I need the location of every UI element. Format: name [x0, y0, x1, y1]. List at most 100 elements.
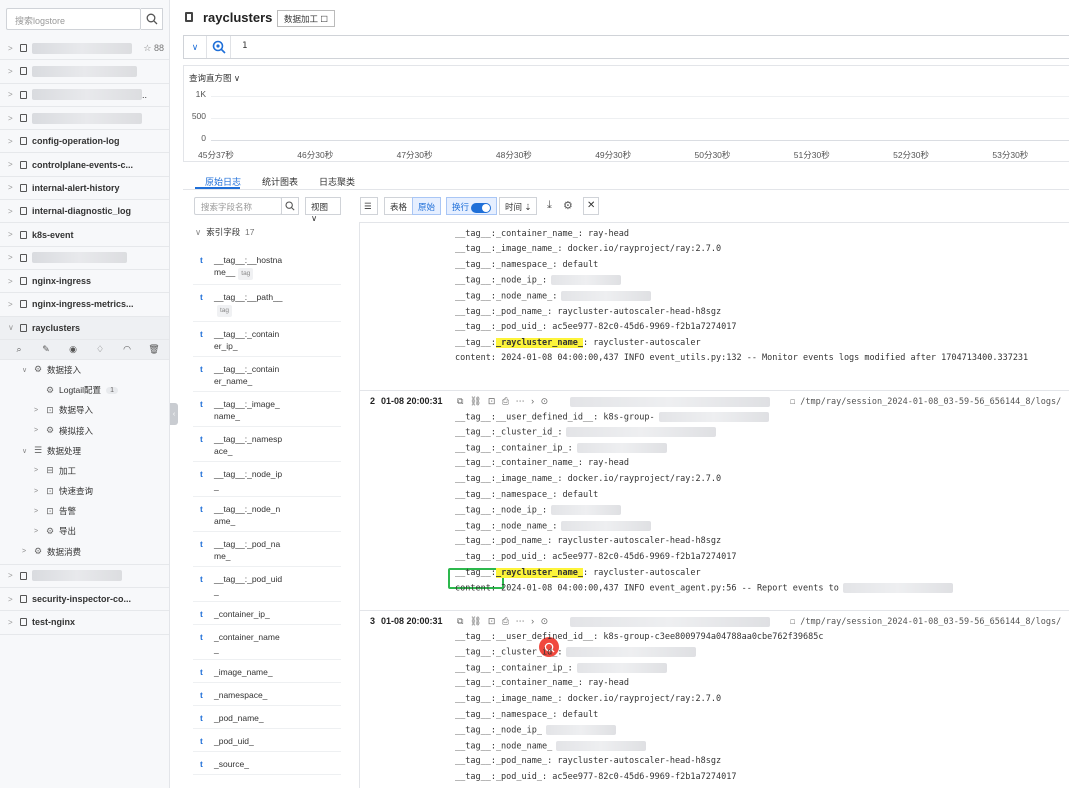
chevron-right-icon[interactable]: > [34, 528, 44, 535]
table-view-button[interactable]: 表格 [384, 197, 414, 215]
chevron-right-icon[interactable]: > [34, 488, 44, 495]
chevron-right-icon[interactable]: > [8, 253, 20, 262]
chevron-right-icon[interactable]: > [34, 427, 44, 434]
chevron-down-icon[interactable]: ∨ [22, 447, 32, 455]
query-mode-button[interactable] [207, 36, 231, 58]
logstore-item[interactable]: ∨ rayclusters [0, 316, 169, 340]
chevron-right-icon[interactable]: > [34, 467, 44, 474]
field-item[interactable]: t _pod_name_ [193, 706, 341, 729]
field-item[interactable]: t __tag__:__hostna me__ tag [193, 248, 341, 285]
chevron-right-icon[interactable]: > [8, 67, 20, 76]
chevron-down-icon[interactable]: ∨ [22, 366, 32, 374]
sidebar-collapse-handle[interactable]: ‹ [170, 403, 178, 425]
field-search-input[interactable]: 搜索字段名称 [194, 197, 282, 215]
field-item[interactable]: t __tag__:_image_ name_ [193, 392, 341, 427]
chevron-right-icon[interactable]: > [8, 571, 20, 580]
view-select[interactable]: 视图 ∨ [305, 197, 341, 223]
logstore-item[interactable]: >.. [0, 84, 169, 107]
logstore-item[interactable]: > [0, 107, 169, 131]
delete-icon[interactable]: 🗑 [147, 344, 161, 355]
chevron-right-icon[interactable]: > [8, 207, 20, 216]
logstore-item[interactable]: > nginx-ingress-metrics... [0, 293, 169, 317]
field-item[interactable]: t _container_ip_ [193, 602, 341, 625]
histogram-title[interactable]: 查询直方图 ∨ [189, 72, 240, 84]
tree-item[interactable]: ⚙ Logtail配置 1 [0, 380, 169, 400]
favorite-and-grid-icons[interactable]: ☆ 88 [143, 43, 164, 54]
log-action-icons[interactable]: ⧉ ⛓ ⊡ ⎙ ⋯ › ⊙ [457, 616, 550, 627]
query-history-dropdown[interactable]: ∨ [184, 36, 207, 58]
tab-2[interactable]: 日志聚类 [319, 175, 355, 188]
field-item[interactable]: t _container_name _ [193, 625, 341, 660]
time-sort-button[interactable]: 时间 ⇣ [499, 197, 538, 215]
field-item[interactable]: t __tag__:_pod_uid _ [193, 567, 341, 602]
field-item[interactable]: t _image_name_ [193, 660, 341, 683]
chevron-down-icon[interactable]: ∨ [8, 323, 20, 332]
field-item[interactable]: t _pod_uid_ [193, 729, 341, 752]
logstore-search-button[interactable] [141, 8, 163, 30]
field-item[interactable]: t __tag__:_node_ip _ [193, 462, 341, 497]
logstore-item[interactable]: > nginx-ingress [0, 270, 169, 294]
tree-item[interactable]: > ⚙ 模拟接入 [0, 420, 169, 440]
field-search-button[interactable] [281, 197, 299, 215]
search-icon[interactable]: ⌕ [12, 344, 26, 355]
tree-item[interactable]: > ⚙ 数据消费 [0, 542, 169, 562]
logstore-item[interactable]: > [0, 60, 169, 84]
tree-item[interactable]: > ⊡ 快速查询 [0, 481, 169, 501]
chevron-right-icon[interactable]: > [8, 90, 20, 99]
logstore-item[interactable]: > security-inspector-co... [0, 588, 169, 612]
chevron-right-icon[interactable]: > [22, 548, 32, 555]
chevron-right-icon[interactable]: > [8, 114, 20, 123]
field-item[interactable]: t __tag__:_contain er_ip_ [193, 322, 341, 357]
settings-icon[interactable]: ⚙ [563, 199, 573, 212]
chevron-right-icon[interactable]: > [8, 618, 20, 627]
logstore-item[interactable]: > [0, 565, 169, 589]
logstore-item[interactable]: > [0, 247, 169, 270]
tree-item[interactable]: > ⊟ 加工 [0, 461, 169, 481]
query-input[interactable]: 1 [242, 41, 247, 51]
tab-0[interactable]: 原始日志 [205, 175, 241, 188]
dashboard-icon[interactable]: ◠ [120, 344, 134, 355]
tree-item[interactable]: ∨ ⚙ 数据接入 [0, 360, 169, 380]
chevron-right-icon[interactable]: > [8, 160, 20, 169]
collapse-fields-button[interactable]: ☰ [360, 197, 378, 215]
alert-icon[interactable]: ♢ [93, 344, 107, 355]
index-fields-header[interactable]: ∨ 索引字段 17 [195, 226, 254, 238]
chevron-right-icon[interactable]: > [8, 277, 20, 286]
logstore-item[interactable]: > controlplane-events-c... [0, 153, 169, 177]
tree-item[interactable]: > ⊡ 告警 [0, 501, 169, 521]
data-process-button[interactable]: 数据加工 ☐ [277, 10, 335, 27]
chevron-right-icon[interactable]: > [34, 508, 44, 515]
logstore-item[interactable]: > k8s-event [0, 223, 169, 247]
download-icon[interactable]: ⤓ [547, 199, 552, 212]
eye-icon[interactable]: ◉ [66, 344, 80, 355]
field-item[interactable]: t __tag__:_node_n ame_ [193, 497, 341, 532]
log-action-icons[interactable]: ⧉ ⛓ ⊡ ⎙ ⋯ › ⊙ [457, 396, 550, 407]
tree-item[interactable]: > ⚙ 导出 [0, 521, 169, 541]
logstore-item[interactable]: > config-operation-log [0, 130, 169, 154]
wrap-toggle[interactable]: 换行 [446, 197, 498, 215]
tab-1[interactable]: 统计图表 [262, 175, 298, 188]
chevron-right-icon[interactable]: > [8, 230, 20, 239]
logstore-item[interactable]: > internal-alert-history [0, 177, 169, 201]
field-item[interactable]: t __tag__:_namesp ace_ [193, 427, 341, 462]
tree-item[interactable]: > ⊡ 数据导入 [0, 400, 169, 420]
field-item[interactable]: t __tag__:_contain er_name_ [193, 357, 341, 392]
logstore-search-input[interactable]: 搜索logstore [6, 8, 141, 30]
chevron-right-icon[interactable]: > [8, 137, 20, 146]
field-item[interactable]: t __tag__:_pod_na me_ [193, 532, 341, 567]
tree-item[interactable]: ∨ ☰ 数据处理 [0, 441, 169, 461]
field-item[interactable]: t __tag__:__path__ tag [193, 285, 341, 322]
logstore-item[interactable]: > test-nginx [0, 611, 169, 635]
tools-icon[interactable]: ✕ [583, 197, 599, 215]
chevron-right-icon[interactable]: > [8, 595, 20, 604]
field-item[interactable]: t _namespace_ [193, 683, 341, 706]
field-item[interactable]: t _source_ [193, 752, 341, 775]
chevron-right-icon[interactable]: > [8, 183, 20, 192]
raw-view-button[interactable]: 原始 [412, 197, 442, 215]
chevron-right-icon[interactable]: > [34, 407, 44, 414]
chevron-right-icon[interactable]: > [8, 300, 20, 309]
chevron-right-icon[interactable]: > [8, 44, 20, 53]
logstore-item[interactable]: > internal-diagnostic_log [0, 200, 169, 224]
logstore-item[interactable]: > ☆ 88 [0, 37, 169, 61]
edit-icon[interactable]: ✎ [39, 344, 53, 355]
